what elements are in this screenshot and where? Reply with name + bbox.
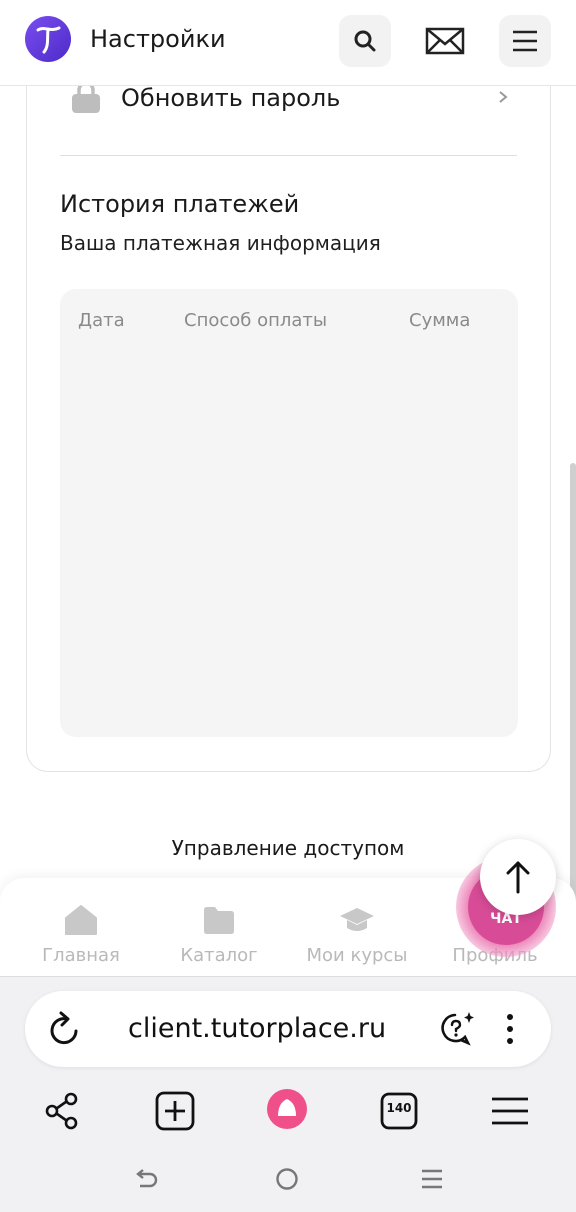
logo-letter-icon (36, 26, 61, 54)
folder-icon (204, 907, 234, 934)
new-tab-icon[interactable] (155, 1091, 195, 1131)
hamburger-icon (513, 30, 537, 52)
alice-assistant-icon[interactable] (264, 1087, 310, 1131)
back-icon[interactable] (132, 1166, 158, 1192)
more-vertical-icon[interactable] (503, 1009, 517, 1049)
search-button[interactable] (339, 15, 391, 67)
app-logo[interactable] (25, 16, 71, 62)
settings-card: Обновить пароль История платежей Ваша пл… (26, 60, 551, 772)
page-title: Настройки (90, 25, 226, 53)
nav-item-label: Каталог (180, 945, 258, 966)
column-header-payment-method: Способ оплаты (184, 310, 328, 331)
app-header: Настройки (0, 0, 576, 86)
reload-icon[interactable] (47, 1009, 83, 1049)
column-header-date: Дата (78, 310, 125, 331)
messages-button[interactable] (419, 15, 471, 67)
scrollbar[interactable] (570, 463, 576, 960)
payment-history-table: Дата Способ оплаты Сумма (60, 289, 518, 737)
column-header-amount: Сумма (409, 310, 471, 331)
graduation-cap-icon (340, 908, 374, 931)
menu-button[interactable] (499, 15, 551, 67)
share-icon[interactable] (44, 1091, 80, 1131)
payment-history-title: История платежей (60, 190, 300, 218)
update-password-label: Обновить пароль (121, 84, 341, 112)
address-bar[interactable]: client.tutorplace.ru (25, 991, 551, 1067)
nav-item-label: Мои курсы (306, 945, 408, 966)
search-icon (354, 30, 376, 52)
nav-item-catalog[interactable]: Каталог (154, 903, 284, 966)
browser-menu-icon[interactable] (490, 1091, 530, 1131)
home-circle-icon[interactable] (274, 1166, 300, 1192)
nav-item-home[interactable]: Главная (16, 903, 146, 966)
chevron-right-icon (499, 91, 508, 103)
recents-icon[interactable] (420, 1166, 444, 1192)
scroll-to-top-button[interactable] (480, 839, 556, 915)
divider (60, 155, 517, 156)
ai-chat-icon[interactable] (437, 1009, 477, 1049)
nav-item-my-courses[interactable]: Мои курсы (292, 903, 422, 966)
nav-item-label: Главная (42, 945, 120, 966)
payment-history-subtitle: Ваша платежная информация (60, 231, 381, 255)
browser-toolbar: client.tutorplace.ru 140 (0, 976, 576, 1212)
home-icon (65, 905, 97, 935)
tabs-button[interactable]: 140 (380, 1091, 418, 1135)
arrow-up-icon (506, 861, 530, 894)
envelope-icon (425, 27, 465, 55)
tabs-count: 140 (386, 1101, 412, 1115)
url-text[interactable]: client.tutorplace.ru (128, 1013, 386, 1044)
